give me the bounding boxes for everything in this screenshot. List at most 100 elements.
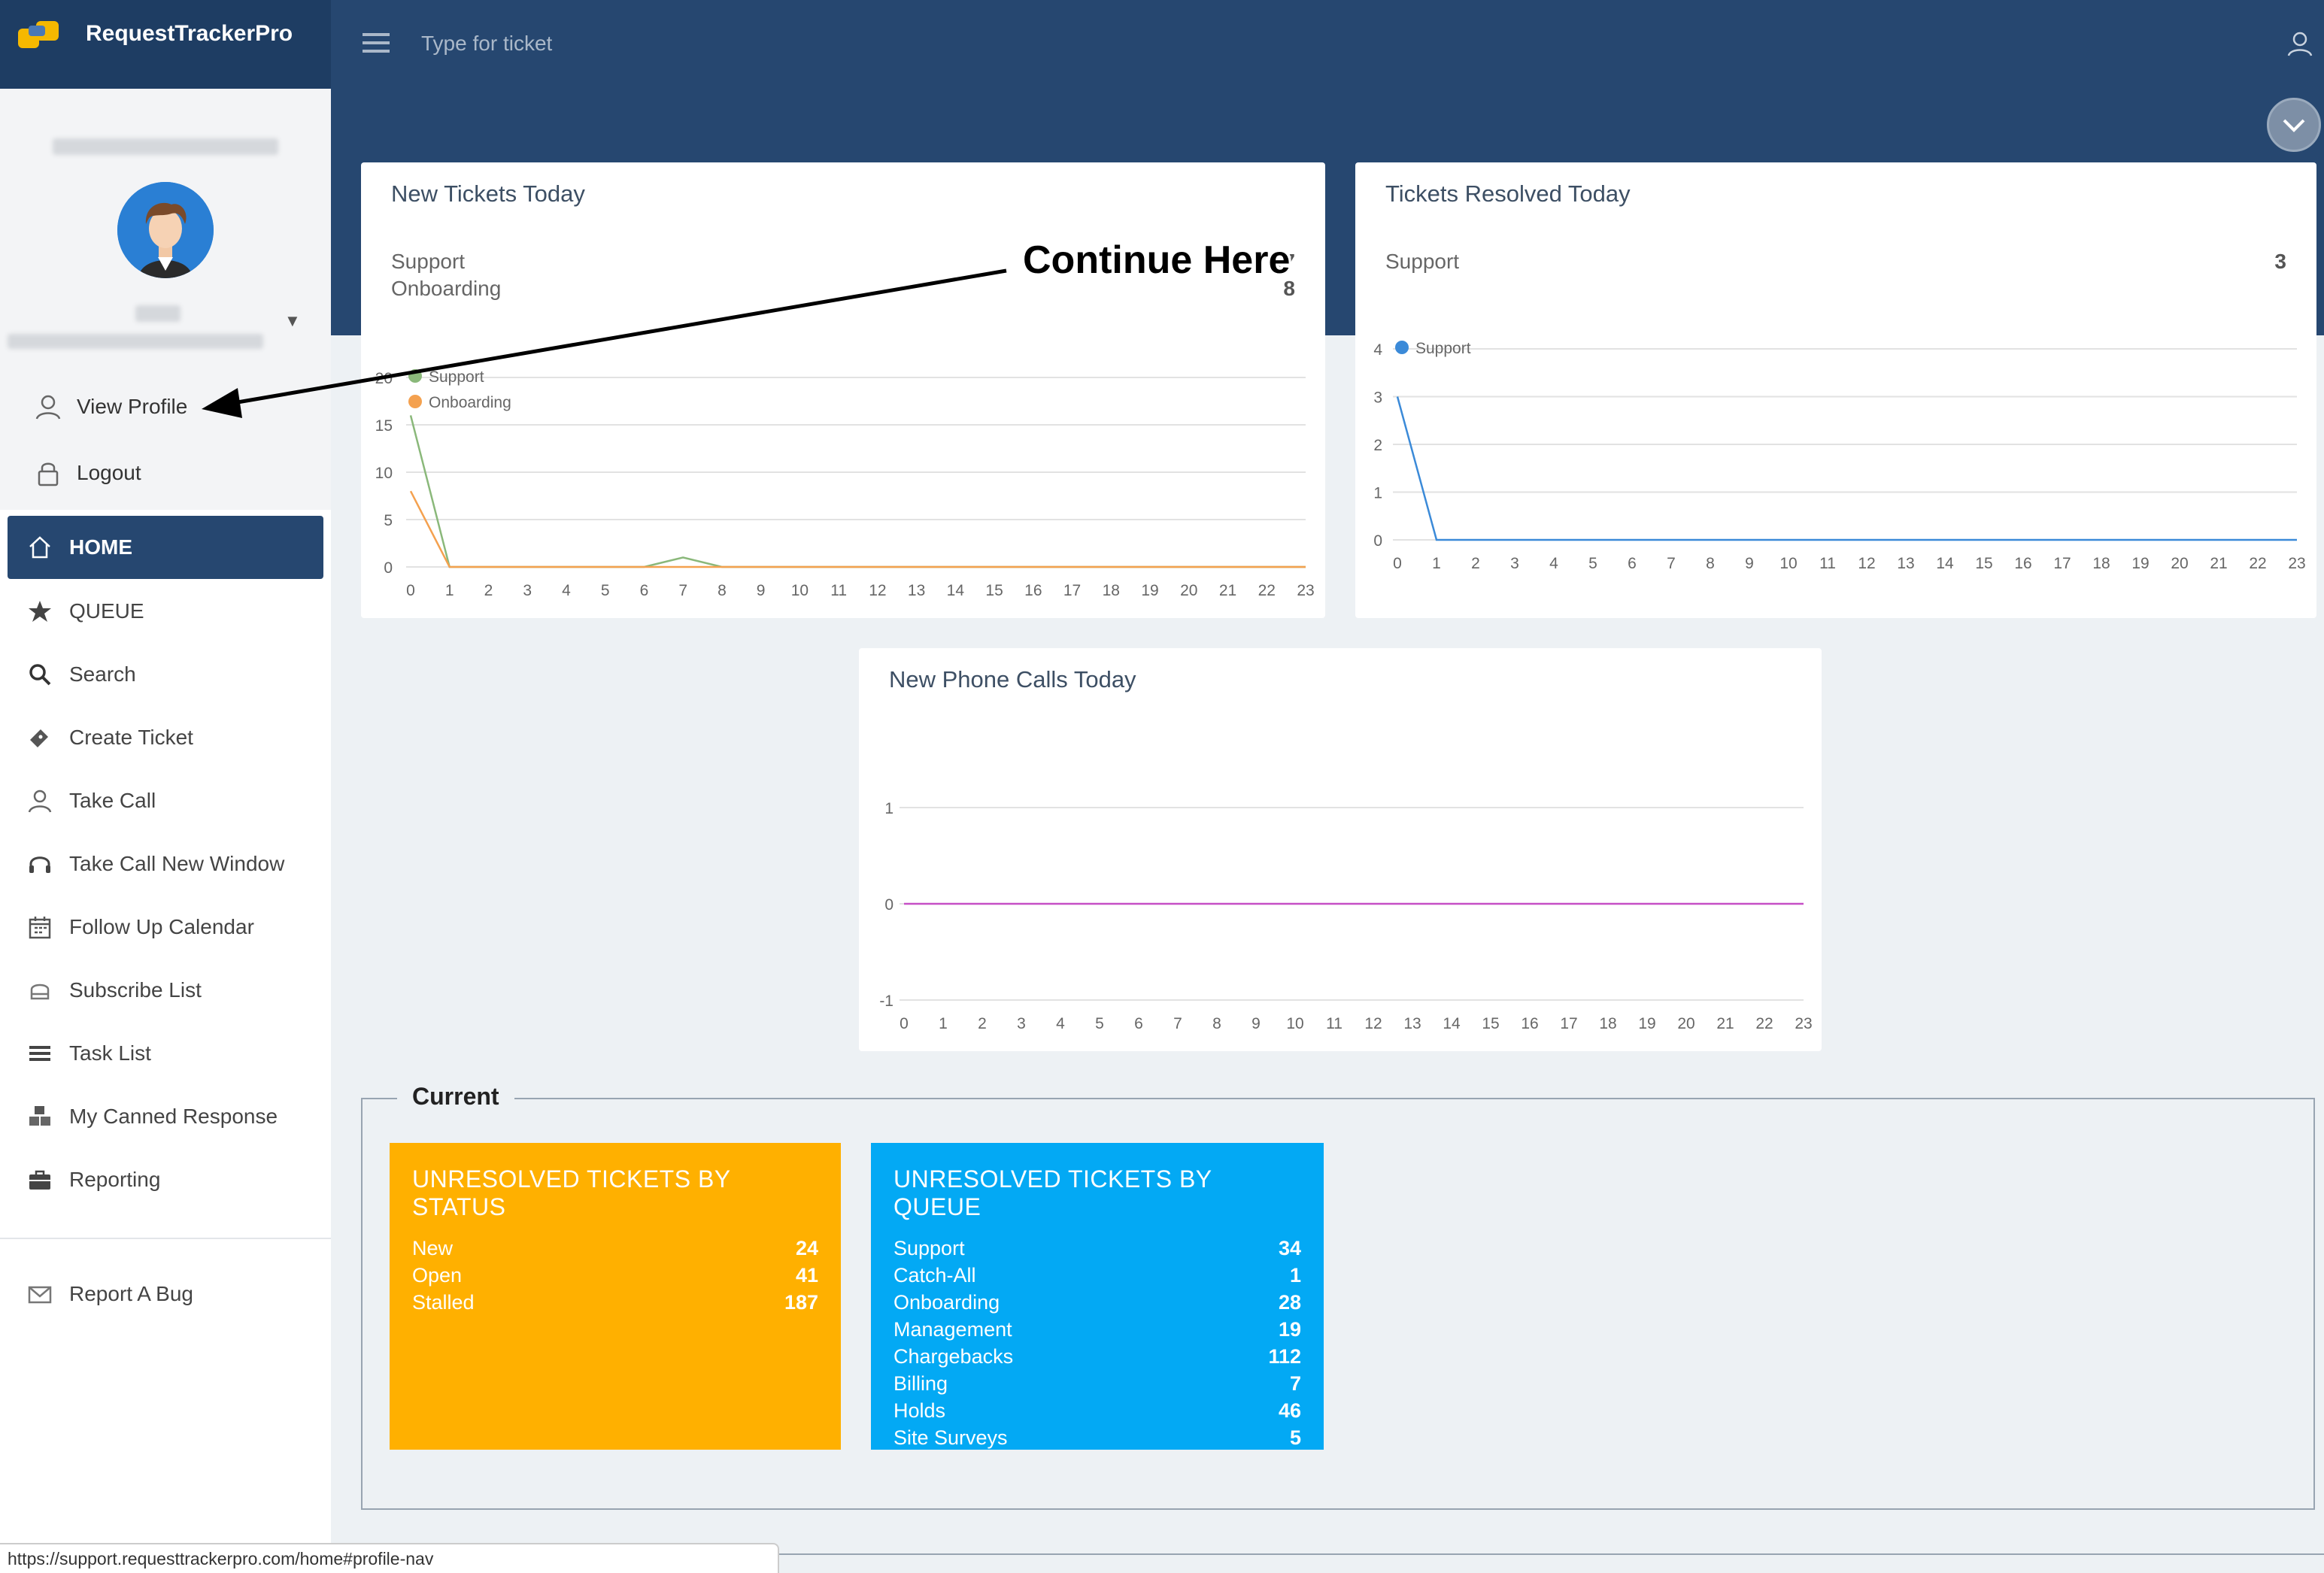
sidebar-item-report-a-bug[interactable]: Report A Bug (27, 1275, 193, 1313)
sidebar-item-label: Create Ticket (69, 726, 193, 749)
envelope-icon (28, 1286, 52, 1304)
x-tick-label: 4 (1056, 1015, 1065, 1032)
queue-row[interactable]: Support 34 (893, 1235, 1301, 1262)
queue-row[interactable]: Catch-All 1 (893, 1262, 1301, 1289)
avatar[interactable] (117, 182, 214, 278)
collapse-button[interactable] (2267, 98, 2321, 152)
avatar-image (117, 182, 214, 278)
sidebar-item-follow-up-calendar[interactable]: Follow Up Calendar (27, 908, 254, 946)
sidebar-item-take-call[interactable]: Take Call (27, 782, 156, 820)
x-tick-label: 2 (484, 582, 493, 599)
logout-link[interactable]: Logout (35, 454, 141, 492)
view-profile-link[interactable]: View Profile (35, 388, 187, 426)
phone-calls-chart[interactable]: -1010 1 2 3 4 5 6 7 8 9 10 11 12 13 14 15 16 17 18 19 20 21 22… (859, 648, 1822, 1051)
row-label: Billing (893, 1372, 948, 1395)
sidebar-item-queue[interactable]: QUEUE (27, 593, 144, 630)
legend-label: Support (429, 368, 484, 386)
x-tick-label: 15 (985, 582, 1003, 599)
x-tick-label: 6 (640, 582, 649, 599)
sidebar-item-my-canned-response[interactable]: My Canned Response (27, 1098, 278, 1135)
legend-marker (408, 369, 422, 383)
x-tick-label: 7 (1173, 1015, 1182, 1032)
queue-row[interactable]: Site Surveys 5 (893, 1424, 1301, 1451)
x-tick-label: 22 (1258, 582, 1276, 599)
star-icon (29, 601, 51, 622)
sidebar-item-home[interactable]: HOME (8, 516, 323, 579)
series-line (409, 490, 1306, 568)
briefcase-icon (29, 1170, 50, 1190)
x-tick-label: 21 (1716, 1015, 1734, 1032)
x-tick-label: 6 (1628, 555, 1637, 572)
status-row[interactable]: New 24 (412, 1235, 818, 1262)
y-tick-label: 15 (375, 417, 393, 435)
y-tick-label: 10 (375, 465, 393, 482)
sidebar: ▼ View Profile Logout HOME QUEUE Search … (0, 89, 331, 1573)
phone-calls-panel: New Phone Calls Today -1 0 1 0 1 2 3 4 5 6 7 8 9 10 11… (859, 648, 1822, 1051)
section-title: Current (397, 1083, 514, 1111)
x-tick-label: 20 (2171, 555, 2188, 572)
x-tick-label: 7 (678, 582, 687, 599)
new-tickets-chart[interactable]: 051015200 1 2 3 4 5 6 7 8 9 10 11 12 13 14 15 16 17 18 19 20… (361, 162, 1325, 618)
row-label: Stalled (412, 1291, 475, 1314)
search-icon (29, 664, 51, 686)
queue-row[interactable]: Chargebacks 112 (893, 1343, 1301, 1370)
menu-toggle-icon[interactable] (363, 33, 390, 56)
lock-icon (38, 462, 59, 486)
x-tick-label: 14 (1936, 555, 1954, 572)
x-tick-label: 7 (1667, 555, 1676, 572)
annotation-label: Continue Here (1023, 238, 1291, 282)
x-tick-label: 10 (1779, 555, 1797, 572)
x-tick-label: 4 (1549, 555, 1558, 572)
x-tick-label: 12 (869, 582, 886, 599)
app-title[interactable]: RequestTrackerPro (86, 21, 293, 47)
sidebar-item-label: Follow Up Calendar (69, 915, 254, 938)
x-tick-label: 20 (1677, 1015, 1694, 1032)
user-icon[interactable] (2286, 30, 2313, 57)
unresolved-by-status-card[interactable]: UNRESOLVED TICKETS BY STATUS New 24 Open 4… (390, 1143, 841, 1450)
view-profile-label: View Profile (77, 395, 188, 418)
queue-row[interactable]: Onboarding 28 (893, 1289, 1301, 1316)
unresolved-by-queue-card[interactable]: UNRESOLVED TICKETS BY QUEUE Support 34 Ca… (871, 1143, 1324, 1450)
sidebar-item-reporting[interactable]: Reporting (27, 1161, 160, 1199)
app-logo-icon[interactable] (18, 20, 60, 50)
status-row[interactable]: Open 41 (412, 1262, 818, 1289)
sidebar-item-create-ticket[interactable]: Create Ticket (27, 719, 193, 756)
x-tick-label: 18 (1103, 582, 1120, 599)
row-value: 19 (1278, 1318, 1301, 1341)
x-tick-label: 0 (406, 582, 415, 599)
row-label: Support (893, 1237, 965, 1259)
row-label: Catch-All (893, 1264, 976, 1287)
x-tick-label: 8 (1706, 555, 1715, 572)
sidebar-item-search[interactable]: Search (27, 656, 136, 693)
row-label: Holds (893, 1399, 946, 1422)
sidebar-item-label: HOME (69, 535, 132, 559)
sidebar-divider (0, 1238, 331, 1239)
tickets-resolved-chart[interactable]: 012340 1 2 3 4 5 6 7 8 9 10 11 12 13 14 15 16 17 18 19 20 21 2… (1355, 162, 2316, 618)
x-tick-label: 8 (718, 582, 727, 599)
legend-marker (1395, 341, 1409, 354)
row-value: 1 (1289, 1264, 1301, 1287)
sidebar-item-label: Take Call (69, 789, 156, 812)
queue-row[interactable]: Billing 7 (893, 1370, 1301, 1397)
row-value: 112 (1268, 1345, 1301, 1368)
x-tick-label: 15 (1482, 1015, 1499, 1032)
x-tick-label: 15 (1975, 555, 1992, 572)
caret-down-icon[interactable]: ▼ (284, 311, 301, 331)
ticket-search-input[interactable] (421, 26, 872, 62)
queue-row[interactable]: Holds 46 (893, 1397, 1301, 1424)
new-tickets-panel: New Tickets Today Support 17 Onboarding … (361, 162, 1325, 618)
status-row[interactable]: Stalled 187 (412, 1289, 818, 1316)
y-tick-label: 0 (1373, 532, 1382, 550)
sidebar-item-take-call-new-window[interactable]: Take Call New Window (27, 845, 284, 883)
x-tick-label: 20 (1180, 582, 1197, 599)
calendar-icon (29, 917, 51, 939)
x-tick-label: 19 (1141, 582, 1158, 599)
x-tick-label: 5 (601, 582, 610, 599)
sidebar-item-subscribe-list[interactable]: Subscribe List (27, 971, 202, 1009)
x-tick-label: 2 (1471, 555, 1480, 572)
x-tick-label: 17 (2053, 555, 2071, 572)
sidebar-item-label: Report A Bug (69, 1282, 194, 1305)
sidebar-item-task-list[interactable]: Task List (27, 1035, 151, 1072)
queue-row[interactable]: Management 19 (893, 1316, 1301, 1343)
y-tick-label: -1 (879, 993, 893, 1010)
